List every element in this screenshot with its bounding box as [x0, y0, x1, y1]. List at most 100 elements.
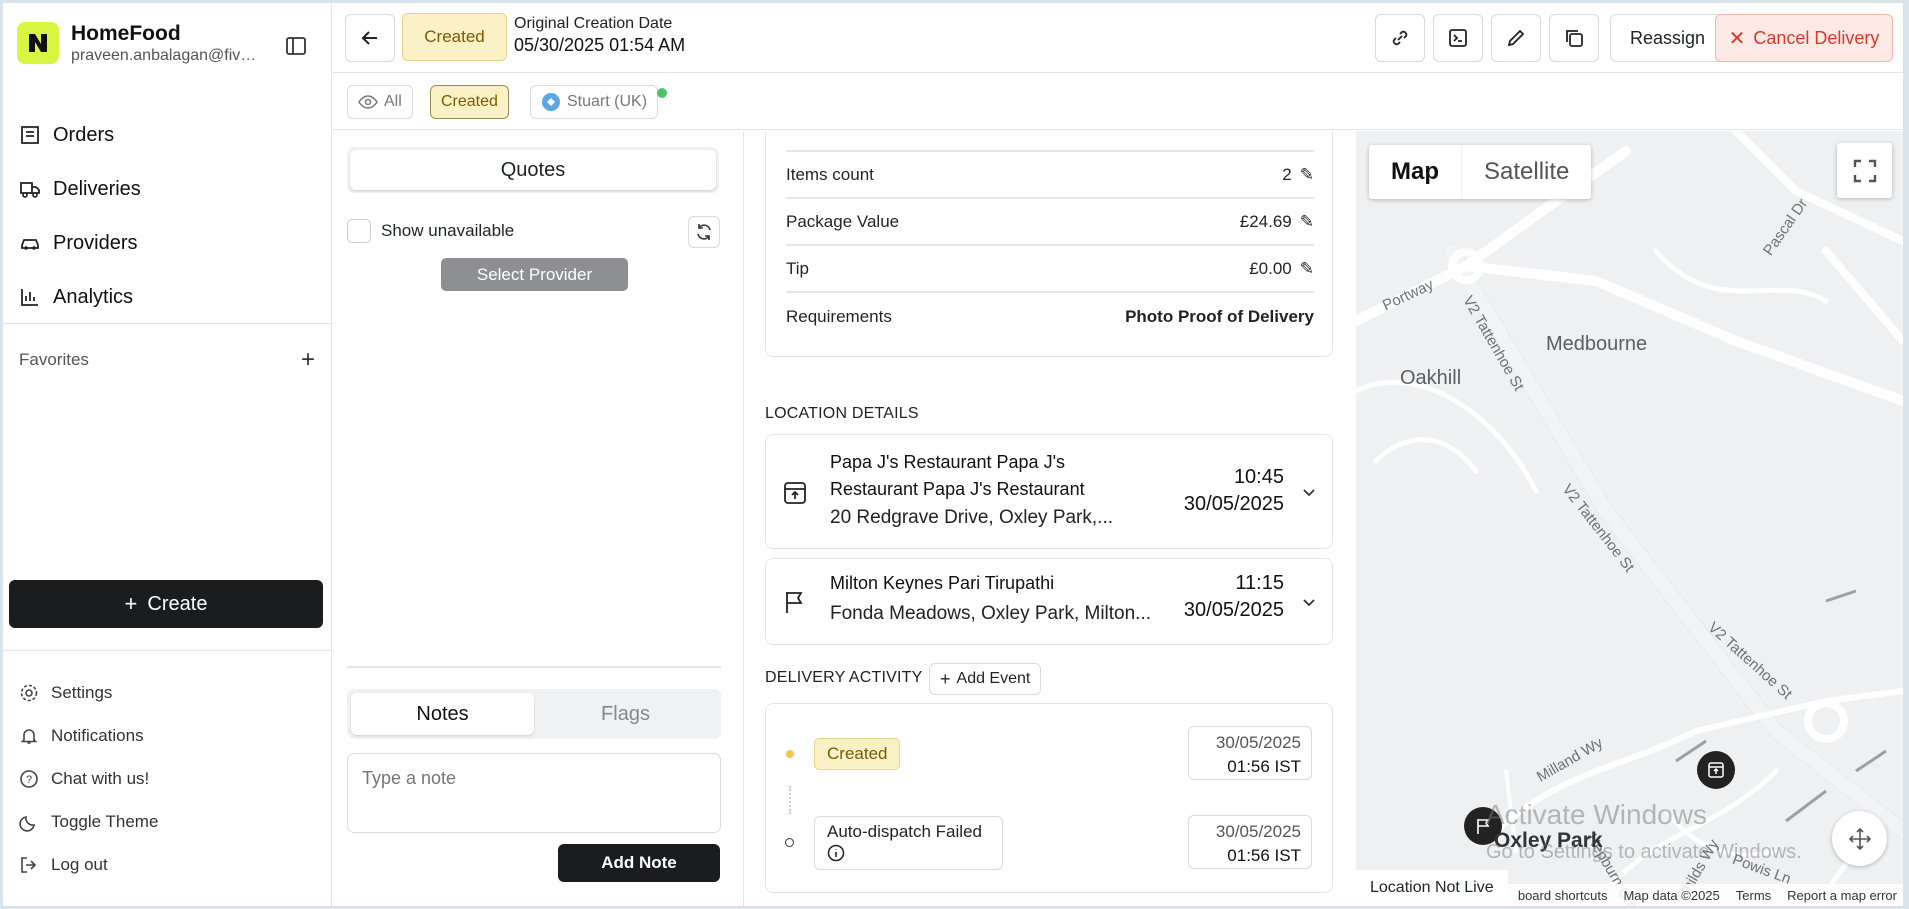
- event-timestamp: 30/05/2025 01:56 IST: [1188, 815, 1312, 869]
- add-favorite-icon[interactable]: +: [301, 346, 315, 374]
- map-view[interactable]: Map Satellite Medbourne Oakhill V2 Tatte…: [1356, 131, 1903, 906]
- detail-label: Items count: [786, 165, 874, 184]
- duplicate-button[interactable]: [1549, 14, 1599, 62]
- notes-tabs: Notes Flags: [347, 689, 721, 739]
- pickup-box-icon: [784, 482, 806, 504]
- pickup-card[interactable]: Papa J's Restaurant Papa J's Restaurant …: [765, 434, 1333, 549]
- provider-filter-bar: All Created Stuart (UK): [333, 74, 1903, 130]
- map-type-satellite[interactable]: Satellite: [1462, 145, 1591, 199]
- add-note-button[interactable]: Add Note: [558, 844, 720, 882]
- filter-created[interactable]: Created: [430, 85, 509, 119]
- edit-button[interactable]: [1491, 14, 1541, 62]
- terminal-icon: [1449, 29, 1467, 47]
- filter-provider-label: Stuart (UK): [567, 93, 648, 110]
- copy-icon: [1566, 30, 1583, 47]
- filter-all[interactable]: All: [347, 85, 413, 119]
- report-error-link[interactable]: Report a map error: [1787, 888, 1897, 903]
- sidebar-toggle-icon[interactable]: [285, 35, 307, 62]
- recenter-button[interactable]: [1832, 811, 1887, 866]
- pencil-icon[interactable]: ✎: [1300, 212, 1314, 232]
- divider: [3, 323, 332, 324]
- delivery-activity-title: DELIVERY ACTIVITY: [765, 669, 923, 686]
- info-icon[interactable]: [827, 844, 845, 862]
- car-icon: [21, 239, 39, 250]
- back-button[interactable]: [345, 14, 395, 62]
- tab-flags[interactable]: Flags: [534, 693, 717, 735]
- dropoff-card[interactable]: Milton Keynes Pari Tirupathi Fonda Meado…: [765, 558, 1333, 645]
- eye-icon: [358, 95, 378, 109]
- create-label: Create: [147, 592, 208, 615]
- status-badge: Created: [402, 13, 507, 61]
- svg-text:?: ?: [26, 774, 32, 786]
- detail-value: 2: [1282, 165, 1292, 184]
- pickup-name-line2: Restaurant Papa J's Restaurant: [830, 479, 1085, 499]
- detail-row-hidden: [786, 131, 1314, 152]
- pickup-name-line1: Papa J's Restaurant Papa J's: [830, 452, 1066, 472]
- notifications-link[interactable]: Notifications: [19, 714, 158, 757]
- settings-label: Settings: [51, 682, 113, 702]
- toggle-theme-label: Toggle Theme: [51, 811, 159, 831]
- refresh-icon: [697, 224, 711, 240]
- event-auto-dispatch-failed: Auto-dispatch Failed: [814, 816, 1003, 870]
- tab-notes[interactable]: Notes: [351, 693, 534, 735]
- map-data-label: Map data ©2025: [1623, 887, 1720, 903]
- logo-icon: [17, 22, 59, 64]
- terms-link[interactable]: Terms: [1736, 888, 1771, 903]
- add-event-button[interactable]: + Add Event: [929, 663, 1042, 695]
- help-icon: ?: [20, 769, 38, 788]
- nav-item-analytics[interactable]: Analytics: [19, 270, 141, 324]
- reassign-button[interactable]: Reassign: [1610, 14, 1725, 62]
- nav-item-providers[interactable]: Providers: [19, 216, 141, 270]
- toggle-theme-link[interactable]: Toggle Theme: [19, 800, 158, 843]
- favorites-header: Favorites +: [19, 346, 315, 374]
- select-provider-button[interactable]: Select Provider: [441, 258, 628, 291]
- refresh-quotes-button[interactable]: [688, 216, 720, 248]
- event-date: 30/05/2025: [1215, 822, 1301, 841]
- event-timestamp: 30/05/2025 01:56 IST: [1188, 726, 1312, 780]
- timeline-dot: [785, 838, 794, 847]
- create-button[interactable]: + Create: [9, 580, 323, 628]
- close-icon: ✕: [1728, 27, 1746, 50]
- fullscreen-button[interactable]: [1837, 143, 1892, 198]
- place-label: Oakhill: [1400, 367, 1462, 389]
- tab-quotes[interactable]: Quotes: [350, 150, 716, 190]
- pickup-time-value: 10:45: [1233, 466, 1284, 488]
- nav-item-orders[interactable]: Orders: [19, 108, 141, 162]
- windows-watermark-subtitle: Go to Settings to activate Windows.: [1486, 841, 1802, 863]
- plus-icon: +: [940, 668, 951, 689]
- show-unavailable-toggle[interactable]: Show unavailable: [347, 219, 514, 243]
- settings-link[interactable]: Settings: [19, 671, 158, 714]
- pickup-map-marker[interactable]: [1697, 751, 1735, 789]
- cancel-delivery-button[interactable]: ✕ Cancel Delivery: [1715, 14, 1893, 62]
- creation-date: Original Creation Date 05/30/2025 01:54 …: [514, 15, 685, 56]
- pencil-icon[interactable]: ✎: [1300, 165, 1314, 185]
- show-unavailable-checkbox[interactable]: [347, 219, 371, 243]
- truck-icon: [20, 182, 40, 198]
- online-status-dot: [657, 88, 667, 98]
- map-type-map[interactable]: Map: [1369, 145, 1462, 199]
- pickup-date-value: 30/05/2025: [1183, 493, 1284, 515]
- chevron-down-icon[interactable]: [1300, 483, 1318, 501]
- keyboard-shortcuts-link[interactable]: board shortcuts: [1518, 888, 1608, 903]
- note-input[interactable]: [347, 753, 721, 833]
- logout-icon: [21, 856, 37, 873]
- terminal-button[interactable]: [1433, 14, 1483, 62]
- copy-link-button[interactable]: [1375, 14, 1425, 62]
- logout-link[interactable]: Log out: [19, 843, 158, 886]
- place-label: Medbourne: [1546, 333, 1648, 355]
- pencil-icon[interactable]: ✎: [1300, 259, 1314, 279]
- gear-icon: [20, 684, 38, 701]
- chat-label: Chat with us!: [51, 768, 150, 788]
- detail-value: Photo Proof of Delivery: [1125, 307, 1314, 326]
- location-status: Location Not Live: [1356, 870, 1508, 906]
- chart-icon: [21, 289, 38, 306]
- dropoff-time: 11:15 30/05/2025: [1184, 570, 1284, 624]
- detail-row-items-count: Items count 2 ✎: [786, 153, 1314, 199]
- chat-link[interactable]: ? Chat with us!: [19, 757, 158, 800]
- chevron-down-icon[interactable]: [1300, 593, 1318, 611]
- brand[interactable]: HomeFood praveen.anbalagan@five...: [17, 21, 261, 65]
- sidebar: HomeFood praveen.anbalagan@five... Order…: [3, 3, 332, 906]
- filter-provider-stuart[interactable]: Stuart (UK): [530, 85, 659, 119]
- nav-item-deliveries[interactable]: Deliveries: [19, 162, 141, 216]
- pickup-address: 20 Redgrave Drive, Oxley Park,...: [830, 507, 1113, 528]
